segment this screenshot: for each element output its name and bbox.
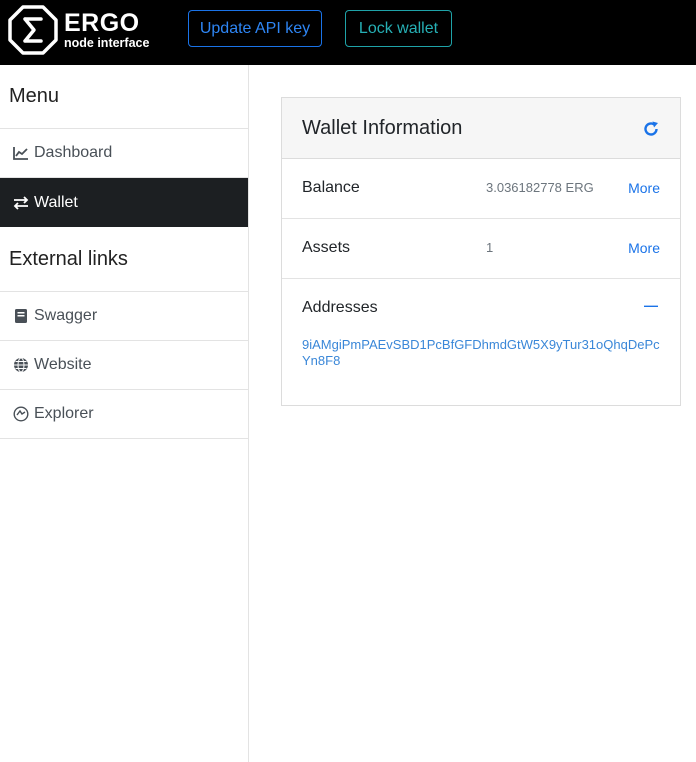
refresh-icon[interactable] <box>642 120 660 138</box>
ergo-logo[interactable]: ERGO node interface <box>8 5 149 55</box>
sidebar-item-wallet[interactable]: Wallet <box>0 178 248 227</box>
sidebar-item-label: Website <box>34 356 92 373</box>
book-icon <box>12 307 30 325</box>
sidebar-item-label: Explorer <box>34 405 94 422</box>
ergo-octagon-logo-icon <box>8 5 58 55</box>
addresses-label: Addresses <box>302 299 378 316</box>
explorer-icon <box>12 405 30 423</box>
sidebar: Menu Dashboard Wallet External links Swa… <box>0 65 249 762</box>
wallet-address-link[interactable]: 9iAMgiPmPAEvSBD1PcBfGFDhmdGtW5X9yTur31oQ… <box>302 337 662 369</box>
external-links-heading: External links <box>0 227 248 292</box>
sidebar-item-explorer[interactable]: Explorer <box>0 390 248 439</box>
menu-heading: Menu <box>0 65 248 129</box>
exchange-arrows-icon <box>12 194 30 212</box>
update-api-key-button[interactable]: Update API key <box>188 10 322 47</box>
sidebar-item-label: Wallet <box>34 193 78 211</box>
globe-icon <box>12 356 30 374</box>
sidebar-item-website[interactable]: Website <box>0 341 248 390</box>
top-navbar: ERGO node interface Update API key Lock … <box>0 0 696 65</box>
sidebar-item-swagger[interactable]: Swagger <box>0 292 248 341</box>
balance-value: 3.036182778 ERG <box>486 180 594 195</box>
brand-title: ERGO <box>64 8 140 37</box>
assets-value: 1 <box>486 240 494 255</box>
brand-subtitle: node interface <box>64 35 150 50</box>
sidebar-item-label: Dashboard <box>34 144 113 161</box>
sidebar-item-label: Swagger <box>34 307 98 324</box>
card-title: Wallet Information <box>302 116 463 139</box>
card-header: Wallet Information <box>282 98 680 159</box>
balance-label: Balance <box>302 179 360 196</box>
assets-more-link[interactable]: More <box>628 240 660 256</box>
addresses-row: Addresses — 9iAMgiPmPAEvSBD1PcBfGFDhmdGt… <box>282 279 680 407</box>
balance-more-link[interactable]: More <box>628 180 660 196</box>
wallet-information-card: Wallet Information Balance 3.036182778 E… <box>281 97 681 406</box>
addresses-collapse-toggle[interactable]: — <box>644 297 658 313</box>
chart-line-icon <box>12 144 30 162</box>
lock-wallet-button[interactable]: Lock wallet <box>345 10 452 47</box>
balance-row: Balance 3.036182778 ERG More <box>282 159 680 219</box>
sidebar-item-dashboard[interactable]: Dashboard <box>0 129 248 178</box>
assets-row: Assets 1 More <box>282 219 680 279</box>
assets-label: Assets <box>302 239 351 256</box>
